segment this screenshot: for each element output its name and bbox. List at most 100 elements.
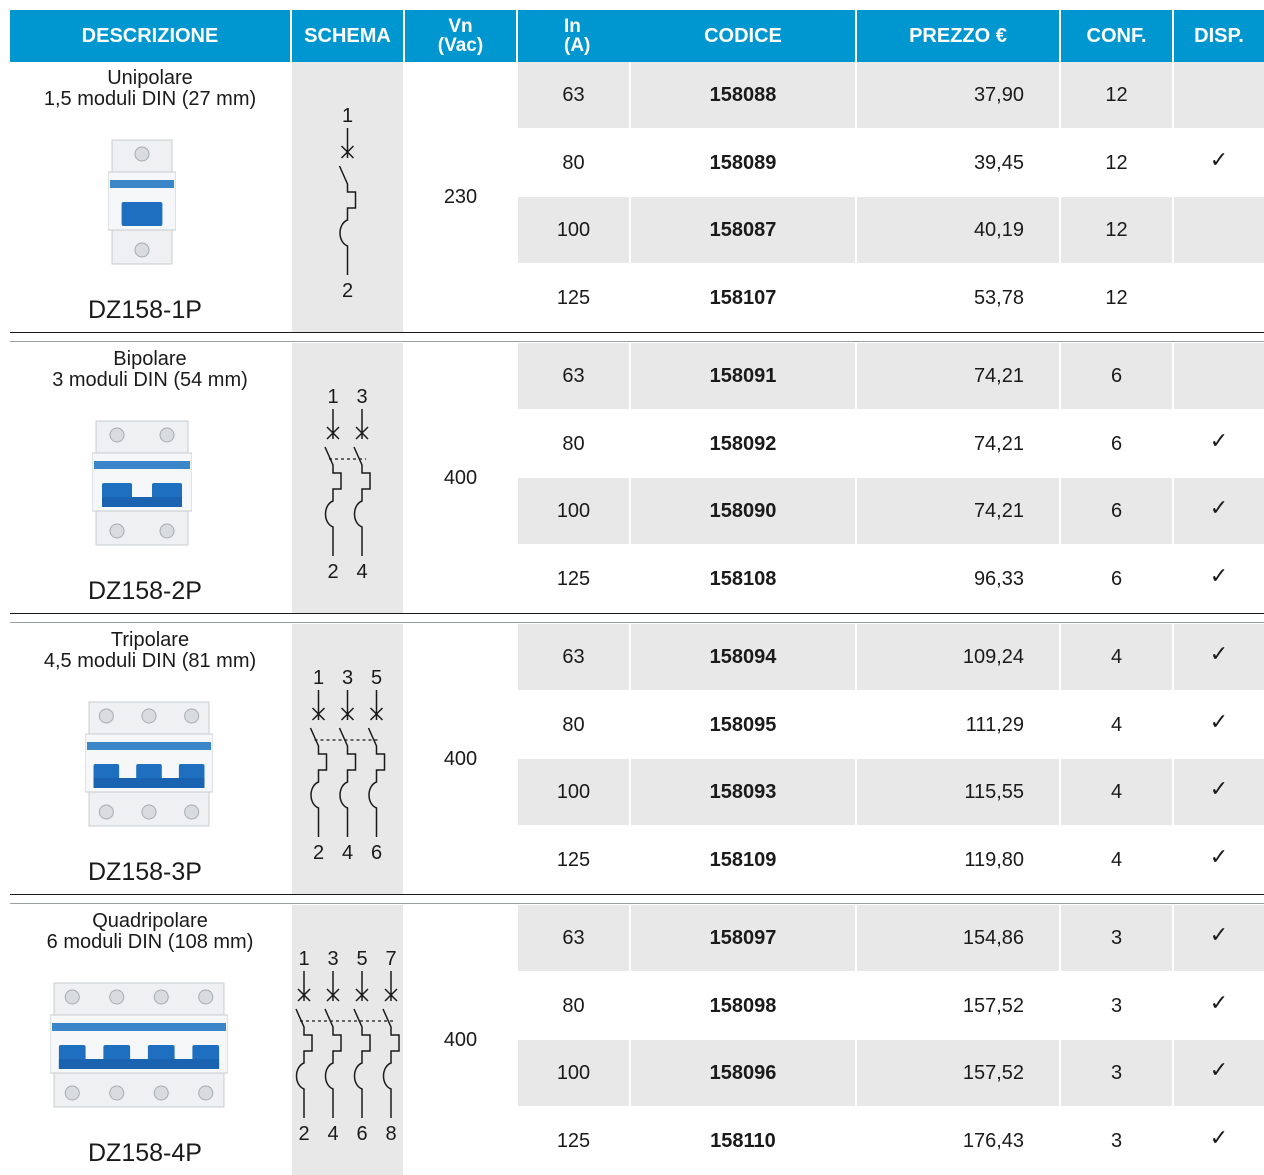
cell-conf: 12 bbox=[1061, 130, 1172, 198]
schema-terminal-bottom: 2 bbox=[298, 1123, 309, 1145]
cell-in: 125 bbox=[518, 827, 629, 895]
cell-code: 158094 bbox=[631, 624, 855, 692]
group-separator bbox=[10, 341, 1264, 342]
group-modules: 3 moduli DIN (54 mm) bbox=[10, 370, 290, 391]
schema-terminal-bottom: 2 bbox=[327, 561, 338, 583]
availability-check-icon: ✓ bbox=[1174, 408, 1264, 476]
schema-terminal-top: 1 bbox=[342, 105, 353, 127]
schema-terminal-top: 5 bbox=[356, 948, 367, 970]
schema-wrapper: 12 bbox=[292, 92, 403, 307]
model-name: DZ158-2P bbox=[88, 577, 202, 606]
voltage-value: 230 bbox=[405, 186, 516, 209]
cell-conf: 12 bbox=[1061, 265, 1172, 333]
schema-pole-line bbox=[325, 971, 341, 1118]
cell-in: 80 bbox=[518, 411, 629, 479]
group-type: Bipolare bbox=[10, 349, 290, 370]
schema-terminal-bottom: 4 bbox=[342, 842, 353, 864]
schema-terminal-bottom: 8 bbox=[385, 1123, 396, 1145]
cell-in: 125 bbox=[518, 546, 629, 614]
cell-conf: 4 bbox=[1061, 827, 1172, 895]
schema-pole-line bbox=[340, 128, 356, 275]
group-separator bbox=[10, 332, 1264, 333]
group-description: Tripolare4,5 moduli DIN (81 mm) bbox=[10, 630, 290, 672]
schema-diagram: 12 bbox=[292, 92, 403, 302]
availability-check-icon: ✓ bbox=[1174, 689, 1264, 757]
cell-price: 39,45 bbox=[857, 130, 1024, 198]
group-type: Unipolare bbox=[10, 68, 290, 89]
schema-pole-line bbox=[369, 690, 385, 837]
cell-price: 115,55 bbox=[857, 759, 1024, 827]
cell-code: 158092 bbox=[631, 411, 855, 479]
cell-price: 74,21 bbox=[857, 478, 1024, 546]
cell-code: 158087 bbox=[631, 197, 855, 265]
breaker-1p-icon bbox=[108, 132, 176, 272]
cell-price: 40,19 bbox=[857, 197, 1024, 265]
header-codice: CODICE bbox=[631, 10, 855, 62]
product-image bbox=[92, 413, 192, 558]
cell-price: 111,29 bbox=[857, 692, 1024, 760]
cell-in: 63 bbox=[518, 905, 629, 973]
cell-conf: 12 bbox=[1061, 197, 1172, 265]
cell-code: 158093 bbox=[631, 759, 855, 827]
cell-code: 158095 bbox=[631, 692, 855, 760]
group-separator bbox=[10, 903, 1264, 904]
cell-price: 157,52 bbox=[857, 1040, 1024, 1108]
breaker-2p-icon bbox=[92, 413, 192, 553]
header-prezzo: PREZZO € bbox=[857, 10, 1059, 62]
cell-in: 63 bbox=[518, 343, 629, 411]
cell-conf: 3 bbox=[1061, 973, 1172, 1041]
product-image bbox=[108, 132, 176, 277]
cell-price: 119,80 bbox=[857, 827, 1024, 895]
cell-price: 154,86 bbox=[857, 905, 1024, 973]
schema-pole-line bbox=[383, 971, 399, 1118]
cell-price: 53,78 bbox=[857, 265, 1024, 333]
header-disp: DISP. bbox=[1174, 10, 1264, 62]
availability-check-icon: ✓ bbox=[1174, 127, 1264, 195]
schema-wrapper: 1234 bbox=[292, 373, 403, 588]
schema-diagram: 1234 bbox=[292, 373, 403, 583]
schema-terminal-bottom: 2 bbox=[342, 280, 353, 302]
schema-terminal-top: 5 bbox=[371, 667, 382, 689]
schema-pole-line bbox=[354, 409, 370, 556]
schema-terminal-bottom: 4 bbox=[327, 1123, 338, 1145]
cell-in: 125 bbox=[518, 1108, 629, 1175]
cell-conf: 6 bbox=[1061, 478, 1172, 546]
header-vn-line2: (Vac) bbox=[438, 36, 483, 55]
availability-check-icon: ✓ bbox=[1174, 1037, 1264, 1105]
cell-code: 158089 bbox=[631, 130, 855, 198]
cell-price: 74,21 bbox=[857, 343, 1024, 411]
cell-in: 80 bbox=[518, 973, 629, 1041]
schema-pole-line bbox=[311, 690, 327, 837]
availability-check-icon: ✓ bbox=[1174, 475, 1264, 543]
cell-conf: 6 bbox=[1061, 343, 1172, 411]
cell-code: 158098 bbox=[631, 973, 855, 1041]
group-separator bbox=[10, 613, 1264, 614]
schema-pole-line bbox=[340, 690, 356, 837]
cell-in: 80 bbox=[518, 692, 629, 760]
group-separator bbox=[10, 894, 1264, 895]
availability-check-icon: ✓ bbox=[1174, 1105, 1264, 1173]
voltage-value: 400 bbox=[405, 467, 516, 490]
schema-wrapper: 12345678 bbox=[292, 935, 403, 1150]
cell-conf: 4 bbox=[1061, 759, 1172, 827]
cell-code: 158109 bbox=[631, 827, 855, 895]
availability-check-icon: ✓ bbox=[1174, 824, 1264, 892]
cell-price: 74,21 bbox=[857, 411, 1024, 479]
voltage-value: 400 bbox=[405, 748, 516, 771]
schema-terminal-top: 7 bbox=[385, 948, 396, 970]
schema-terminal-top: 1 bbox=[327, 386, 338, 408]
voltage-value: 400 bbox=[405, 1029, 516, 1052]
cell-in: 100 bbox=[518, 478, 629, 546]
group-modules: 4,5 moduli DIN (81 mm) bbox=[10, 651, 290, 672]
availability-check-icon: ✓ bbox=[1174, 543, 1264, 611]
cell-code: 158110 bbox=[631, 1108, 855, 1175]
schema-terminal-bottom: 2 bbox=[313, 842, 324, 864]
availability-check-icon: ✓ bbox=[1174, 621, 1264, 689]
availability-check-icon bbox=[1174, 194, 1264, 262]
header-schema: SCHEMA bbox=[292, 10, 403, 62]
header-in-line1: In bbox=[564, 17, 581, 36]
cell-code: 158096 bbox=[631, 1040, 855, 1108]
cell-conf: 6 bbox=[1061, 546, 1172, 614]
schema-pole-line bbox=[354, 971, 370, 1118]
model-name: DZ158-1P bbox=[88, 296, 202, 325]
